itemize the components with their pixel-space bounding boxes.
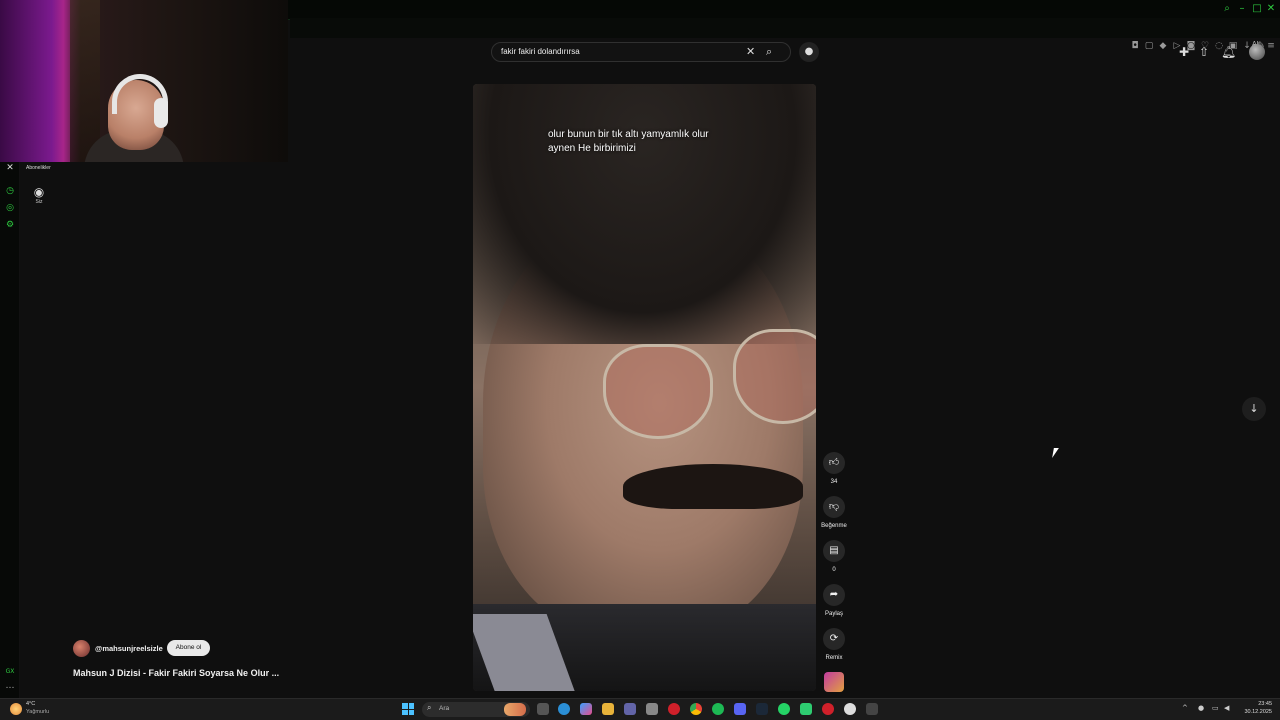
taskbar-search[interactable]: ⌕ Ara: [422, 702, 530, 717]
headset-earcup: [154, 98, 168, 128]
search-icon[interactable]: ⌕: [766, 45, 772, 59]
remix-icon: ⟳: [823, 628, 845, 650]
windows-taskbar: 4°C Yağmurlu ⌕ Ara ^ ● ▭ ◀ 23:45 30.12.2…: [0, 698, 1280, 720]
clock-date[interactable]: 30.12.2025: [1238, 709, 1272, 715]
whatsapp-icon[interactable]: [778, 703, 790, 715]
comment-icon: ▤: [823, 540, 845, 562]
channel-avatar[interactable]: [73, 640, 90, 657]
channel-handle[interactable]: @mahsunjreelsizle: [95, 644, 163, 653]
comments-button[interactable]: ▤ 0: [822, 540, 846, 573]
windows-start-icon[interactable]: [402, 703, 414, 715]
microphone-icon[interactable]: ●: [799, 42, 819, 62]
task-view-icon[interactable]: [537, 703, 549, 715]
like-button[interactable]: 👍︎ 34: [822, 452, 846, 485]
weather-description[interactable]: Yağmurlu: [26, 709, 49, 715]
discord-icon[interactable]: [734, 703, 746, 715]
display-icon[interactable]: ▭: [1212, 704, 1219, 712]
search-icon[interactable]: ⌕: [1221, 3, 1233, 15]
whatsapp-icon[interactable]: ◎: [4, 202, 16, 214]
microphone-icon[interactable]: ●: [1198, 704, 1204, 712]
webcam-overlay: [0, 0, 288, 162]
dislike-button[interactable]: 👎︎ Beğenme: [821, 496, 847, 529]
share-label: Paylaş: [824, 611, 843, 617]
arrow-down-icon[interactable]: ↓: [1242, 397, 1266, 421]
app-icon[interactable]: [800, 703, 812, 715]
share-icon: ➦: [823, 584, 845, 606]
video-mustache: [623, 464, 803, 509]
weather-icon[interactable]: [10, 703, 22, 715]
gx-icon[interactable]: GX: [4, 666, 16, 678]
remix-label: Remix: [825, 655, 843, 661]
shorts-video[interactable]: [473, 84, 816, 691]
thumbs-down-icon: 👎︎: [823, 496, 845, 518]
clock-icon[interactable]: ◷: [4, 185, 16, 197]
taskbar-search-placeholder: Ara: [439, 705, 450, 712]
user-circle-icon: ◉: [33, 185, 45, 199]
video-glasses-left: [603, 344, 713, 439]
menu-icon[interactable]: ≡: [1266, 41, 1276, 51]
share-button[interactable]: ➦ Paylaş: [822, 584, 846, 617]
video-title[interactable]: Mahsun J Dizisi - Fakir Fakiri Soyarsa N…: [73, 668, 279, 678]
search-box[interactable]: fakir fakiri dolandırırsa ✕ ⌕: [491, 42, 791, 62]
search-input[interactable]: fakir fakiri dolandırırsa: [501, 47, 580, 56]
opera-gx-icon[interactable]: [822, 703, 834, 715]
steam-icon[interactable]: [756, 703, 768, 715]
close-icon[interactable]: ✕: [746, 45, 755, 59]
app-icon-3[interactable]: [866, 703, 878, 715]
search-highlight-image: [504, 703, 526, 716]
caption-line-1: olur bunun bir tık altı yamyamlık olur: [548, 129, 709, 140]
subscribe-button[interactable]: Abone ol: [167, 640, 210, 656]
chevron-up-icon[interactable]: ^: [1182, 704, 1188, 712]
clock-time[interactable]: 23:45: [1244, 701, 1272, 707]
store-icon[interactable]: [646, 703, 658, 715]
maximize-icon[interactable]: □: [1251, 3, 1263, 15]
caption-line-2: aynen He birbirimizi: [548, 143, 636, 154]
x-icon[interactable]: ✕: [4, 162, 16, 174]
edge-icon[interactable]: [558, 703, 570, 715]
file-explorer-icon[interactable]: [602, 703, 614, 715]
volume-icon[interactable]: ◀: [1224, 704, 1229, 712]
avatar[interactable]: [1249, 44, 1265, 60]
bookmark-icon[interactable]: ◘: [1130, 41, 1140, 51]
shield-icon[interactable]: ◆: [1158, 41, 1168, 51]
dislike-label: Beğenme: [821, 523, 847, 529]
background-shelf: [70, 0, 100, 162]
mouse-cursor: [1052, 448, 1062, 458]
thumbs-up-icon: 👍︎: [823, 452, 845, 474]
create-icon[interactable]: ✚: [1177, 45, 1191, 59]
spotify-icon[interactable]: [712, 703, 724, 715]
you-label: Siz: [35, 199, 43, 205]
remix-button[interactable]: ⟳ Remix: [822, 628, 846, 661]
tab-icon[interactable]: ▢: [1144, 41, 1154, 51]
upload-icon[interactable]: ⇧: [1197, 45, 1211, 59]
sound-thumbnail[interactable]: [824, 672, 844, 692]
video-caption: olur bunun bir tık altı yamyamlık olur a…: [548, 128, 748, 156]
chrome-icon[interactable]: [690, 703, 702, 715]
comment-count: 0: [832, 567, 836, 573]
subscriptions-label[interactable]: Abonelikler: [26, 165, 51, 171]
browser-toolbar: ◘ ▢ ◆ ▷ ◙ ♡ ◌ ▣ ↓ ✎ AI ≡: [290, 18, 1280, 51]
weather-temperature[interactable]: 4°C: [26, 701, 35, 707]
teams-icon[interactable]: [624, 703, 636, 715]
gx-sidebar: ✕ ◷ ◎ ⚙ GX …: [0, 160, 20, 700]
video-hair: [473, 84, 816, 344]
more-icon[interactable]: …: [4, 680, 16, 692]
close-window-icon[interactable]: ✕: [1265, 3, 1277, 15]
you-nav-item[interactable]: ◉ Siz: [28, 185, 50, 205]
search-icon: ⌕: [427, 703, 432, 712]
like-count: 34: [830, 479, 838, 485]
minimize-icon[interactable]: –: [1236, 3, 1248, 15]
copilot-icon[interactable]: [580, 703, 592, 715]
notifications-icon[interactable]: 🔔︎: [1221, 45, 1236, 59]
app-icon-2[interactable]: [844, 703, 856, 715]
settings-icon[interactable]: ⚙: [4, 219, 16, 231]
opera-icon[interactable]: [668, 703, 680, 715]
